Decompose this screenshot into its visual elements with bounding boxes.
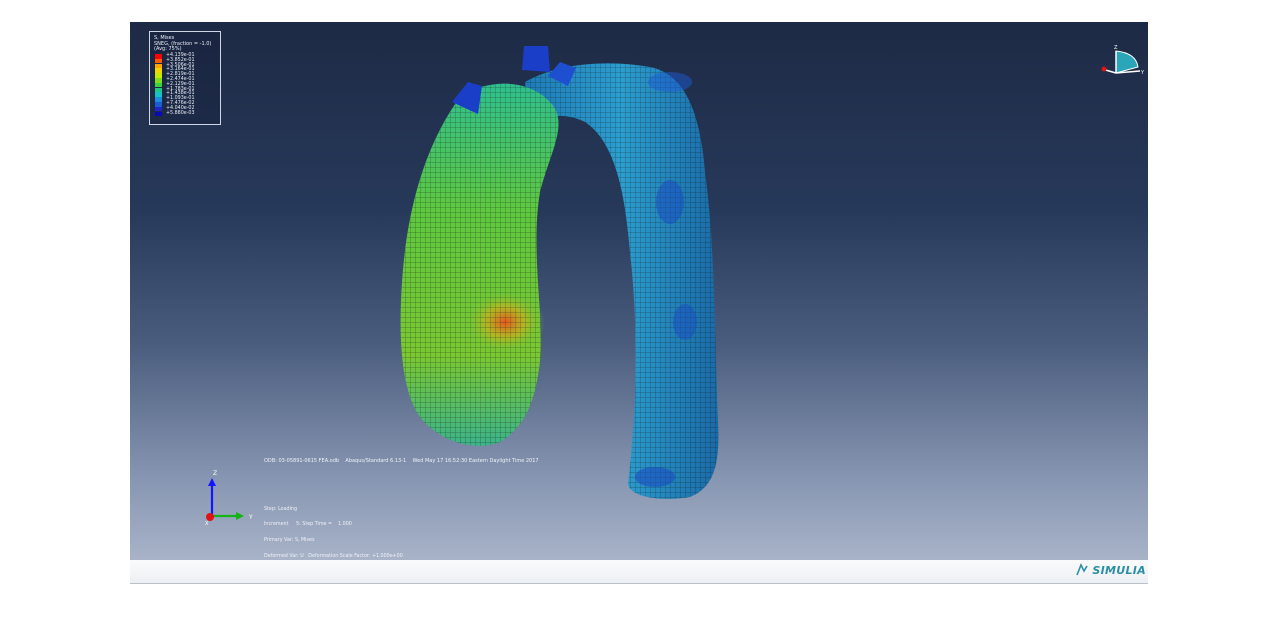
coordinate-triad-icon: Z Y X bbox=[205, 470, 253, 527]
simulia-logo: SIMULIA bbox=[1075, 563, 1146, 577]
status-footer: SIMULIA bbox=[130, 560, 1148, 584]
status-line-3: Primary Var: S, Mises bbox=[264, 538, 315, 544]
ds-logo-icon bbox=[1076, 563, 1089, 576]
brand-text: SIMULIA bbox=[1092, 563, 1146, 577]
viewcube-y-label: Y bbox=[1140, 70, 1145, 76]
triad-x-label: X bbox=[205, 521, 209, 527]
view-cube-icon[interactable]: Z Y bbox=[1096, 43, 1146, 83]
aorta-mesh-model bbox=[400, 46, 719, 499]
status-line-1: Step: Loading bbox=[264, 506, 297, 512]
triad-y-label: Y bbox=[248, 514, 253, 521]
status-line-4: Deformed Var: U Deformation Scale Factor… bbox=[264, 554, 403, 560]
odb-info-text: ODB: 03-05891-0615 FEA.odb Abaqus/Standa… bbox=[264, 458, 539, 464]
graphics-viewport[interactable]: S, Mises SNEG, (fraction = -1.0) (Avg: 7… bbox=[130, 22, 1148, 560]
status-line-2: Increment 5: Step Time = 1.000 bbox=[264, 522, 352, 528]
triad-z-label: Z bbox=[213, 470, 217, 477]
viewcube-z-label: Z bbox=[1114, 45, 1118, 51]
step-status-text: Step: Loading Increment 5: Step Time = 1… bbox=[264, 496, 403, 560]
